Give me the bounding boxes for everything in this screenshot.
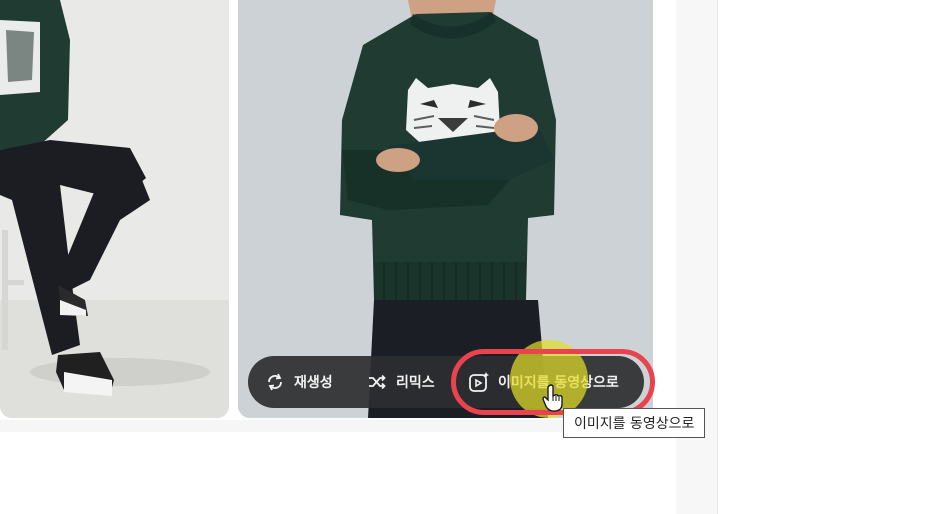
seated-model-illustration xyxy=(0,0,229,418)
regenerate-label: 재생성 xyxy=(294,375,333,391)
pointer-hand-icon xyxy=(542,384,563,412)
shuffle-icon xyxy=(366,371,388,393)
side-edge xyxy=(717,0,718,514)
regenerate-button[interactable]: 재생성 xyxy=(264,356,333,408)
tooltip-text: 이미지를 동영상으로 xyxy=(574,416,695,432)
tooltip: 이미지를 동영상으로 xyxy=(563,408,706,438)
remix-button[interactable]: 리믹스 xyxy=(366,356,435,408)
refresh-icon xyxy=(264,371,286,393)
remix-label: 리믹스 xyxy=(396,375,435,391)
generated-image-seated[interactable] xyxy=(0,0,229,418)
